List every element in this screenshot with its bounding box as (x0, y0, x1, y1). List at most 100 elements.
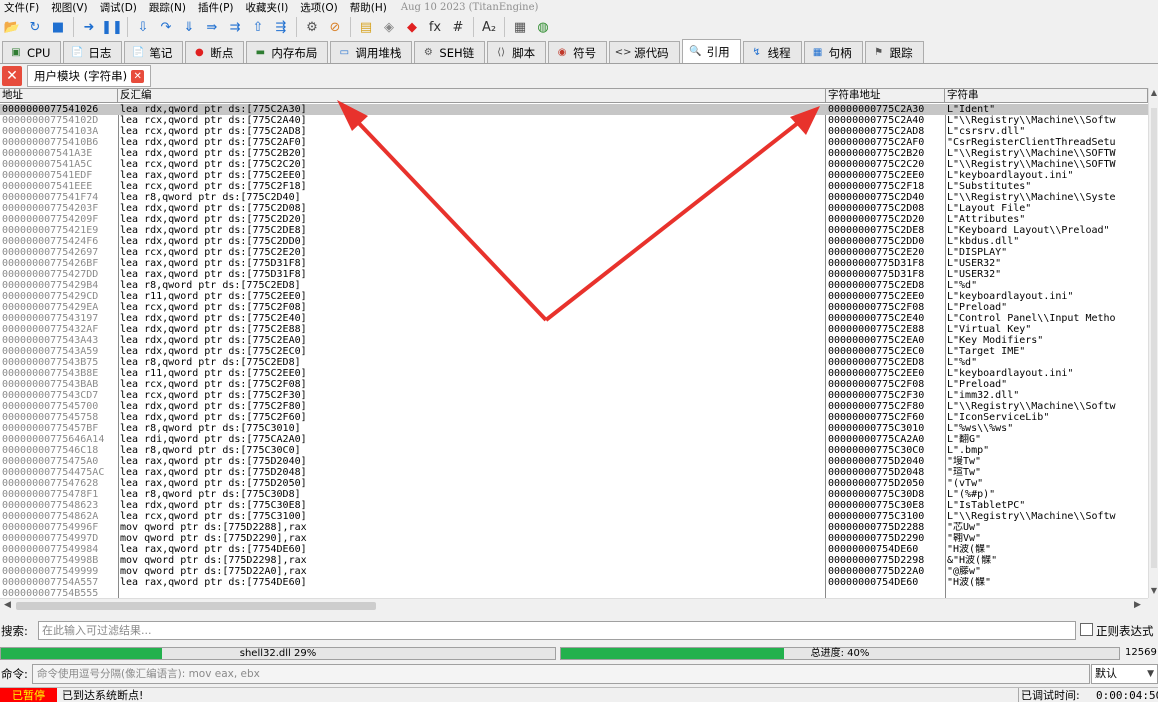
menu-item[interactable]: 跟踪(N) (145, 0, 194, 15)
tab-trace[interactable]: ⚑ 跟踪 (864, 41, 924, 63)
scroll-up-icon[interactable]: ▲ (1149, 88, 1158, 100)
subtab-user-module-strings[interactable]: 用户模块 (字符串) ✕ (27, 65, 152, 87)
table-row[interactable]: 000000007754997D mov qword ptr ds:[775D22… (0, 533, 1148, 544)
table-row[interactable]: 00000000775429CD lea r11,qword ptr ds:[77… (0, 291, 1148, 302)
execute-till-return-icon[interactable]: ⇧ (248, 16, 268, 38)
table-row[interactable]: 000000007754998B mov qword ptr ds:[775D22… (0, 555, 1148, 566)
table-row[interactable]: 00000000775424F6 lea rdx,qword ptr ds:[77… (0, 236, 1148, 247)
patch-icon[interactable]: ⊘ (325, 16, 345, 38)
table-row[interactable]: 0000000077543A59 lea rdx,qword ptr ds:[77… (0, 346, 1148, 357)
table-row[interactable]: 000000007541EDF lea rax,qword ptr ds:[775… (0, 170, 1148, 181)
table-row[interactable]: 0000000077549999 mov qword ptr ds:[775D22… (0, 566, 1148, 577)
restart-icon[interactable]: ↻ (25, 16, 45, 38)
run-icon[interactable]: ➜ (79, 16, 99, 38)
table-row[interactable]: 00000000775426BF lea rax,qword ptr ds:[77… (0, 258, 1148, 269)
table-row[interactable]: 000000007754203F lea rdx,qword ptr ds:[77… (0, 203, 1148, 214)
horizontal-scrollbar[interactable]: ◀ ▶ (0, 598, 1148, 612)
scroll-down-icon[interactable]: ▼ (1149, 586, 1158, 598)
scylla-icon[interactable]: ⚙ (302, 16, 322, 38)
table-row[interactable]: 0000000077543A43 lea rdx,qword ptr ds:[77… (0, 335, 1148, 346)
table-row[interactable]: 0000000077545700 lea rdx,qword ptr ds:[77… (0, 401, 1148, 412)
table-row[interactable]: 0000000077549984 lea rax,qword ptr ds:[77… (0, 544, 1148, 555)
step-over-icon[interactable]: ↷ (156, 16, 176, 38)
table-row[interactable]: 000000007754B555 (0, 588, 1148, 598)
tab-call-stack[interactable]: ▭ 调用堆栈 (330, 41, 413, 63)
table-row[interactable]: 000000007754475AC lea rax,qword ptr ds:[7… (0, 467, 1148, 478)
globe-icon[interactable]: ◍ (533, 16, 553, 38)
tab-script[interactable]: ⟨⟩ 脚本 (487, 41, 547, 63)
tab-symbols[interactable]: ◉ 符号 (548, 41, 608, 63)
tab-cpu[interactable]: ▣ CPU (2, 41, 62, 63)
column-header-address[interactable]: 地址 (0, 89, 118, 103)
table-row[interactable]: 000000007754996F mov qword ptr ds:[775D22… (0, 522, 1148, 533)
menu-item[interactable]: 调试(D) (96, 0, 145, 15)
table-row[interactable]: 00000000775410B6 lea rdx,qword ptr ds:[77… (0, 137, 1148, 148)
close-all-icon[interactable]: ✕ (2, 66, 22, 86)
regex-checkbox[interactable] (1080, 623, 1093, 636)
table-row[interactable]: 000000007541A5C lea rcx,qword ptr ds:[775… (0, 159, 1148, 170)
column-header-disassembly[interactable]: 反汇编 (118, 89, 826, 103)
close-icon[interactable]: ✕ (131, 69, 145, 83)
run-to-user-code-icon[interactable]: ⇶ (271, 16, 291, 38)
tab-notes[interactable]: 📄 笔记 (124, 41, 184, 63)
table-row[interactable]: 000000007754102D lea rcx,qword ptr ds:[77… (0, 115, 1148, 126)
table-row[interactable]: 000000007754209F lea rdx,qword ptr ds:[77… (0, 214, 1148, 225)
trace-over-icon[interactable]: ⇛ (202, 16, 222, 38)
table-row[interactable]: 0000000077545758 lea rdx,qword ptr ds:[77… (0, 412, 1148, 423)
calculator-icon[interactable]: ▦ (510, 16, 530, 38)
table-row[interactable]: 00000000775475A0 lea rax,qword ptr ds:[77… (0, 456, 1148, 467)
table-row[interactable]: 00000000775427DD lea rax,qword ptr ds:[77… (0, 269, 1148, 280)
hash-icon[interactable]: # (448, 16, 468, 38)
table-row[interactable]: 000000007754862A lea rcx,qword ptr ds:[77… (0, 511, 1148, 522)
bookmark-icon[interactable]: ◆ (402, 16, 422, 38)
table-row[interactable]: 0000000077541026 lea rdx,qword ptr ds:[77… (0, 104, 1148, 115)
table-row[interactable]: 0000000077542697 lea rcx,qword ptr ds:[77… (0, 247, 1148, 258)
step-into-icon[interactable]: ⇩ (133, 16, 153, 38)
scroll-left-icon[interactable]: ◀ (4, 600, 11, 610)
table-row[interactable]: 00000000775646A14 lea rdi,qword ptr ds:[7… (0, 434, 1148, 445)
command-mode-select[interactable]: 默认 ▼ (1091, 664, 1158, 684)
table-row[interactable]: 000000007754A557 lea rax,qword ptr ds:[77… (0, 577, 1148, 588)
table-row[interactable]: 00000000775429B4 lea r8,qword ptr ds:[775… (0, 280, 1148, 291)
table-row[interactable]: 00000000775429EA lea rcx,qword ptr ds:[77… (0, 302, 1148, 313)
comment-icon[interactable]: ▤ (356, 16, 376, 38)
menu-item[interactable]: 收藏夹(I) (242, 0, 297, 15)
pause-icon[interactable]: ❚❚ (101, 16, 123, 38)
run-to-user-icon[interactable]: ⇉ (225, 16, 245, 38)
table-row[interactable]: 00000000775432AF lea rdx,qword ptr ds:[77… (0, 324, 1148, 335)
vertical-scrollbar[interactable]: ▲ ▼ (1148, 88, 1158, 598)
scroll-right-icon[interactable]: ▶ (1134, 600, 1141, 610)
menu-item[interactable]: 选项(O) (296, 0, 345, 15)
table-row[interactable]: 000000007754103A lea rcx,qword ptr ds:[77… (0, 126, 1148, 137)
scrollbar-thumb[interactable] (16, 602, 376, 610)
table-row[interactable]: 000000007541A3E lea rdx,qword ptr ds:[775… (0, 148, 1148, 159)
table-row[interactable]: 0000000077546C18 lea r8,qword ptr ds:[775… (0, 445, 1148, 456)
menu-item[interactable]: 帮助(H) (346, 0, 395, 15)
tab-memory-map[interactable]: ▬ 内存布局 (246, 41, 329, 63)
command-input[interactable] (32, 664, 1090, 684)
table-row[interactable]: 00000000775421E9 lea rdx,qword ptr ds:[77… (0, 225, 1148, 236)
table-row[interactable]: 0000000077541F74 lea r8,qword ptr ds:[775… (0, 192, 1148, 203)
label-icon[interactable]: ◈ (379, 16, 399, 38)
tab-seh[interactable]: ⚙ SEH链 (414, 41, 486, 63)
menu-item[interactable]: 文件(F) (0, 0, 47, 15)
tab-breakpoints[interactable]: ● 断点 (185, 41, 245, 63)
function-icon[interactable]: fx (425, 16, 445, 38)
tab-source[interactable]: <> 源代码 (609, 41, 680, 63)
table-row[interactable]: 00000000775457BF lea r8,qword ptr ds:[775… (0, 423, 1148, 434)
menu-item[interactable]: 视图(V) (47, 0, 95, 15)
table-row[interactable]: 00000000775478F1 lea r8,qword ptr ds:[775… (0, 489, 1148, 500)
trace-into-icon[interactable]: ⇓ (179, 16, 199, 38)
column-header-string[interactable]: 字符串 (945, 89, 1148, 103)
tab-log[interactable]: 📄 日志 (63, 41, 123, 63)
table-row[interactable]: 0000000077543B75 lea r8,qword ptr ds:[775… (0, 357, 1148, 368)
search-input[interactable] (38, 621, 1076, 640)
table-row[interactable]: 0000000077543CD7 lea rcx,qword ptr ds:[77… (0, 390, 1148, 401)
tab-handles[interactable]: ▦ 句柄 (803, 41, 863, 63)
scrollbar-thumb[interactable] (1151, 108, 1157, 568)
column-header-string-address[interactable]: 字符串地址 (826, 89, 945, 103)
table-row[interactable]: 000000007541EEE lea rcx,qword ptr ds:[775… (0, 181, 1148, 192)
tab-threads[interactable]: ↯ 线程 (742, 41, 802, 63)
stop-icon[interactable]: ■ (48, 16, 68, 38)
menu-item[interactable]: 插件(P) (194, 0, 242, 15)
